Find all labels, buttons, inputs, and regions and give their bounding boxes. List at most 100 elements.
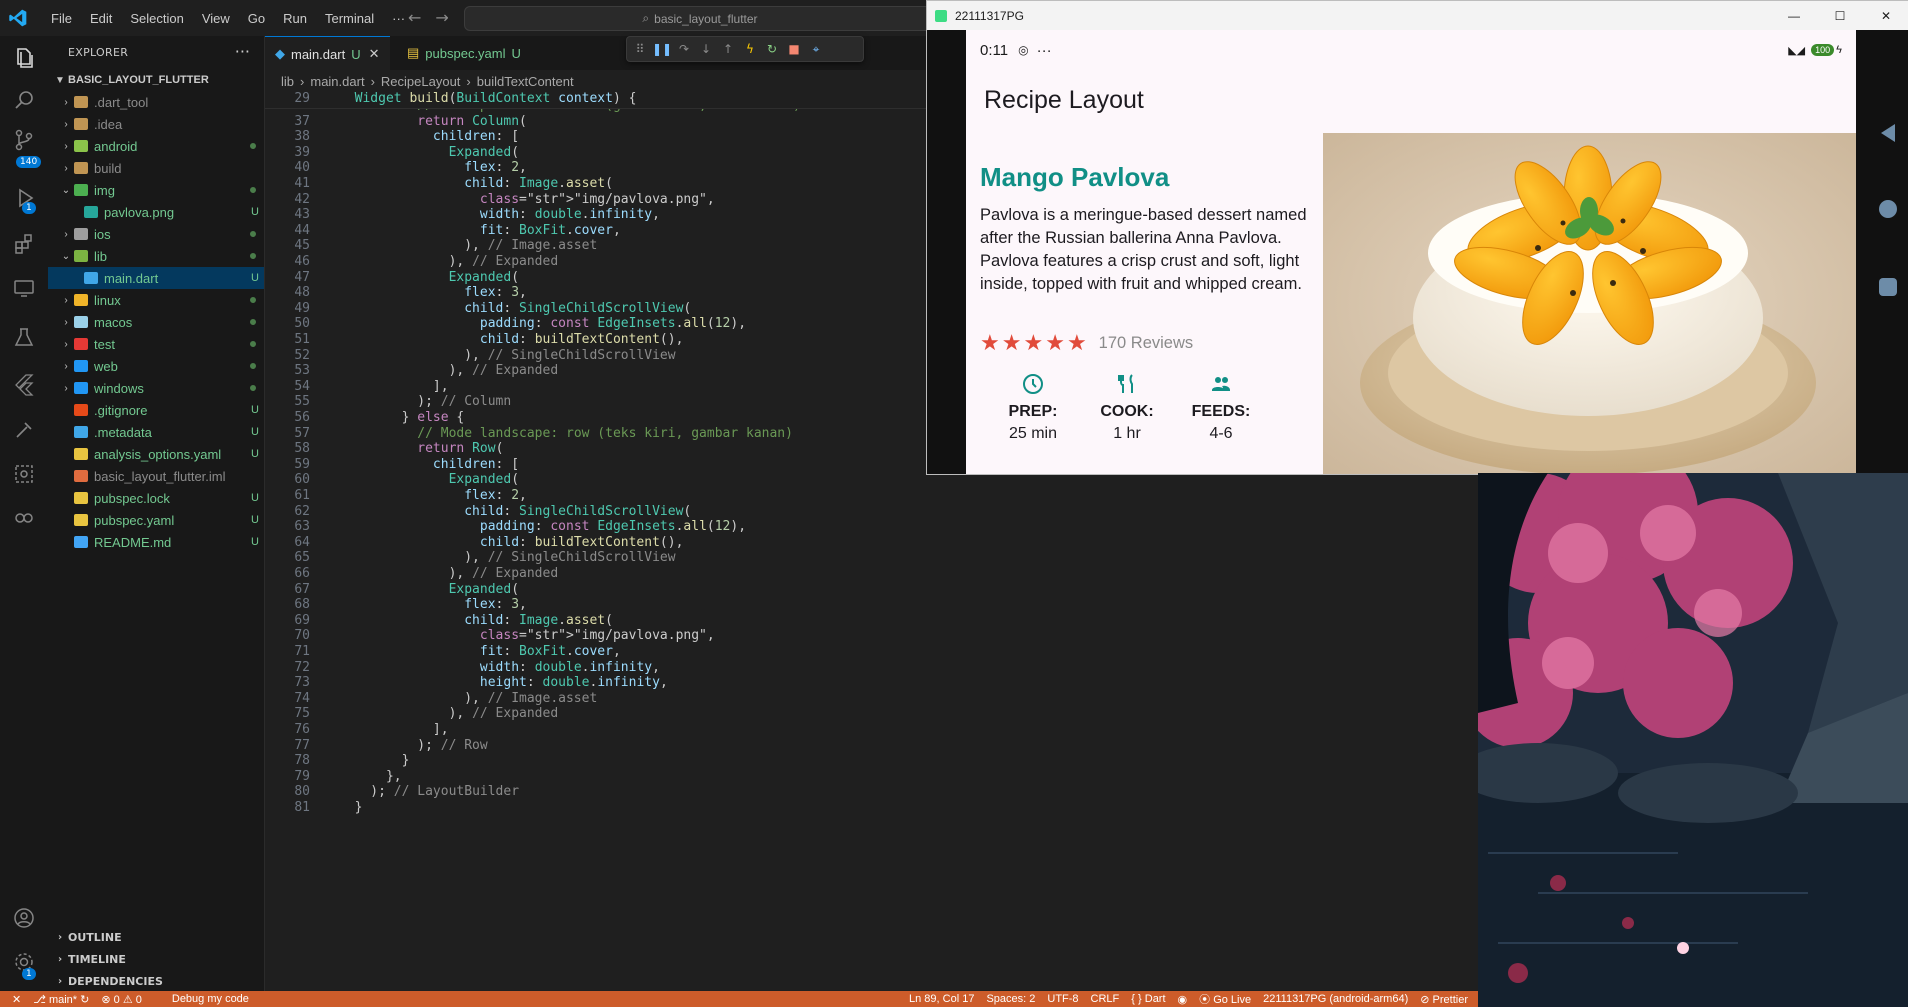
pause-icon[interactable]: ❚❚ xyxy=(652,42,672,56)
tree-item-ios[interactable]: › ios xyxy=(48,223,264,245)
prettier-status[interactable]: ⊘ Prettier xyxy=(1420,993,1468,1006)
copilot-status-icon[interactable]: ◉ xyxy=(1178,993,1188,1006)
phone-screen[interactable]: 0:11 ◎ ··· ◣◢ 100 ϟ Recipe Layout Mango … xyxy=(966,30,1856,474)
device-status[interactable]: 22111317PG (android-arm64) xyxy=(1263,993,1408,1005)
more-actions-icon[interactable]: ··· xyxy=(235,42,250,61)
tree-item-metadata[interactable]: .metadata U xyxy=(48,421,264,443)
extensions-icon[interactable] xyxy=(12,232,36,256)
back-arrow-icon[interactable]: ← xyxy=(408,8,421,27)
maximize-icon[interactable]: ☐ xyxy=(1817,9,1863,23)
drag-handle-icon[interactable]: ⠿ xyxy=(633,42,647,56)
vscode-logo-icon xyxy=(9,9,27,27)
file-icon xyxy=(74,470,88,482)
tree-item-dart-tool[interactable]: › .dart_tool xyxy=(48,91,264,113)
tree-item-pavlova-png[interactable]: pavlova.png U xyxy=(48,201,264,223)
tree-item-basic-layout-flutter-iml[interactable]: basic_layout_flutter.iml xyxy=(48,465,264,487)
breadcrumb-method[interactable]: buildTextContent xyxy=(477,74,574,89)
remote-icon[interactable]: ✕ xyxy=(12,993,21,1006)
recents-nav-icon[interactable] xyxy=(1875,274,1901,300)
hot-reload-icon[interactable]: ϟ xyxy=(743,42,757,56)
tree-item-readme-md[interactable]: README.md U xyxy=(48,531,264,553)
account-icon[interactable] xyxy=(12,906,36,930)
chevron-right-icon: › xyxy=(64,162,68,174)
tab-main-dart[interactable]: ◆ main.dart U ✕ xyxy=(265,36,390,71)
tree-item-lib[interactable]: ⌄ lib xyxy=(48,245,264,267)
close-icon[interactable]: ✕ xyxy=(369,46,380,62)
search-icon[interactable] xyxy=(12,88,36,112)
step-over-icon[interactable]: ↷ xyxy=(677,42,691,56)
menu-run[interactable]: Run xyxy=(274,11,316,26)
source-control-icon[interactable] xyxy=(12,128,36,152)
tree-item-label: lib xyxy=(94,248,108,264)
remote-explorer-icon[interactable] xyxy=(12,276,36,300)
tree-item-pubspec-yaml[interactable]: pubspec.yaml U xyxy=(48,509,264,531)
tree-item-web[interactable]: › web xyxy=(48,355,264,377)
tree-item-test[interactable]: › test xyxy=(48,333,264,355)
menu-go[interactable]: Go xyxy=(239,11,274,26)
file-icon xyxy=(74,448,88,460)
project-root[interactable]: ▼ BASIC_LAYOUT_FLUTTER xyxy=(48,69,264,91)
tree-item-img[interactable]: ⌄ img xyxy=(48,179,264,201)
branch-status[interactable]: ⎇ main* ↻ xyxy=(33,993,89,1006)
debug-status[interactable]: Debug my code xyxy=(172,993,249,1005)
menu-bar: File Edit Selection View Go Run Terminal… xyxy=(42,0,414,36)
explorer-icon[interactable] xyxy=(12,46,36,70)
minimize-icon[interactable]: — xyxy=(1771,9,1817,23)
step-out-icon[interactable]: ↑ xyxy=(721,42,735,56)
outline-section[interactable]: › OUTLINE xyxy=(48,926,264,948)
menu-view[interactable]: View xyxy=(193,11,239,26)
file-icon xyxy=(74,426,88,438)
breadcrumb-lib[interactable]: lib xyxy=(281,74,294,89)
breadcrumb-main-dart[interactable]: main.dart xyxy=(310,74,364,89)
cursor-position[interactable]: Ln 89, Col 17 xyxy=(909,993,974,1005)
code-line[interactable]: 81 } xyxy=(265,798,362,817)
stop-icon[interactable]: ■ xyxy=(787,42,801,56)
step-into-icon[interactable]: ↓ xyxy=(699,42,713,56)
inspect-icon[interactable] xyxy=(12,462,36,486)
copilot-icon[interactable] xyxy=(12,506,36,530)
star-icon: ★ xyxy=(1066,331,1087,356)
dependencies-section[interactable]: › DEPENDENCIES xyxy=(48,970,264,992)
eol-status[interactable]: CRLF xyxy=(1091,993,1120,1005)
menu-file[interactable]: File xyxy=(42,11,81,26)
tree-item-idea[interactable]: › .idea xyxy=(48,113,264,135)
tree-item-android[interactable]: › android xyxy=(48,135,264,157)
encoding-status[interactable]: UTF-8 xyxy=(1047,993,1078,1005)
tree-item-main-dart[interactable]: main.dart U xyxy=(48,267,264,289)
forward-arrow-icon[interactable]: → xyxy=(435,8,448,27)
home-nav-icon[interactable] xyxy=(1875,196,1901,222)
star-icon: ★ xyxy=(1045,331,1065,356)
tree-item-windows[interactable]: › windows xyxy=(48,377,264,399)
menu-terminal[interactable]: Terminal xyxy=(316,11,383,26)
command-center-search[interactable]: ⌕ basic_layout_flutter xyxy=(464,6,936,31)
language-status[interactable]: { } Dart xyxy=(1131,993,1165,1005)
close-window-icon[interactable]: ✕ xyxy=(1863,9,1908,23)
tree-item-gitignore[interactable]: .gitignore U xyxy=(48,399,264,421)
go-live-status[interactable]: ⦿ Go Live xyxy=(1199,991,1251,1007)
timeline-section[interactable]: › TIMELINE xyxy=(48,948,264,970)
file-icon xyxy=(74,514,88,526)
file-icon xyxy=(74,536,88,548)
breadcrumb-class[interactable]: RecipeLayout xyxy=(381,74,461,89)
tree-item-label: linux xyxy=(94,292,121,308)
inspect-widget-icon[interactable]: ⌖ xyxy=(809,42,823,56)
tree-item-pubspec-lock[interactable]: pubspec.lock U xyxy=(48,487,264,509)
edit-tool-icon[interactable] xyxy=(12,418,36,442)
explorer-sidebar: EXPLORER ··· ▼ BASIC_LAYOUT_FLUTTER › .da… xyxy=(48,36,265,991)
tree-item-build[interactable]: › build xyxy=(48,157,264,179)
tab-pubspec-yaml[interactable]: ▤ pubspec.yaml U xyxy=(397,36,531,70)
menu-selection[interactable]: Selection xyxy=(121,11,192,26)
file-icon xyxy=(74,404,88,416)
tree-item-analysis-options-yaml[interactable]: analysis_options.yaml U xyxy=(48,443,264,465)
back-nav-icon[interactable] xyxy=(1875,120,1901,146)
testing-icon[interactable] xyxy=(12,326,36,350)
problems-status[interactable]: ⊗ 0 ⚠ 0 xyxy=(101,993,142,1006)
tree-item-macos[interactable]: › macos xyxy=(48,311,264,333)
tree-item-linux[interactable]: › linux xyxy=(48,289,264,311)
modified-dot xyxy=(250,231,256,237)
menu-edit[interactable]: Edit xyxy=(81,11,121,26)
indentation-status[interactable]: Spaces: 2 xyxy=(986,993,1035,1005)
flutter-icon[interactable] xyxy=(12,372,36,396)
restart-icon[interactable]: ↻ xyxy=(765,42,779,56)
charging-icon: ϟ xyxy=(1836,44,1842,56)
